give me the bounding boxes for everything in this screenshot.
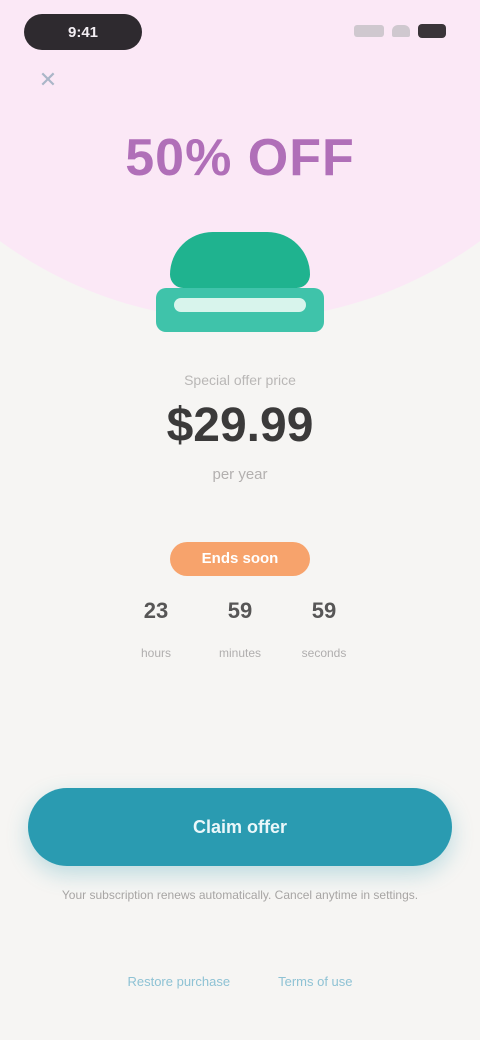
fine-print: Your subscription renews automatically. …: [61, 888, 419, 902]
wifi-icon: [392, 25, 410, 37]
terms-link[interactable]: Terms of use: [278, 974, 352, 998]
status-bar: 9:41: [0, 0, 480, 70]
countdown-value: 59: [227, 598, 253, 623]
close-button[interactable]: ✕: [34, 66, 62, 94]
countdown-value: 59: [311, 598, 337, 623]
price-period: per year: [212, 466, 268, 483]
countdown-minutes: 59 minutes: [208, 596, 272, 666]
footer-links: Restore purchase Terms of use: [0, 974, 480, 998]
countdown-label: seconds: [301, 646, 347, 660]
status-time: 9:41: [24, 14, 142, 50]
countdown-label: minutes: [218, 646, 262, 660]
product-logo-icon: [152, 226, 328, 338]
paywall-screen: 9:41 ✕ 50% OFF Special offer price $29.9…: [0, 0, 480, 1040]
close-icon: ✕: [38, 67, 58, 92]
countdown-label: hours: [140, 646, 172, 660]
offer-title: 50% OFF: [125, 129, 355, 187]
price-caption: Special offer price: [184, 372, 296, 388]
countdown: 23 hours 59 minutes 59 seconds: [124, 596, 356, 666]
countdown-hours: 23 hours: [124, 596, 188, 666]
countdown-seconds: 59 seconds: [292, 596, 356, 666]
battery-icon: [418, 24, 446, 38]
countdown-value: 23: [143, 598, 169, 623]
restore-purchase-link[interactable]: Restore purchase: [127, 974, 230, 998]
logo-dome: [170, 232, 310, 288]
status-icons: [354, 22, 446, 40]
signal-icon: [354, 25, 384, 37]
claim-offer-button[interactable]: Claim offer: [28, 788, 452, 866]
logo-band: [174, 298, 306, 312]
price: $29.99: [166, 399, 314, 452]
timer-badge: Ends soon: [170, 542, 310, 576]
